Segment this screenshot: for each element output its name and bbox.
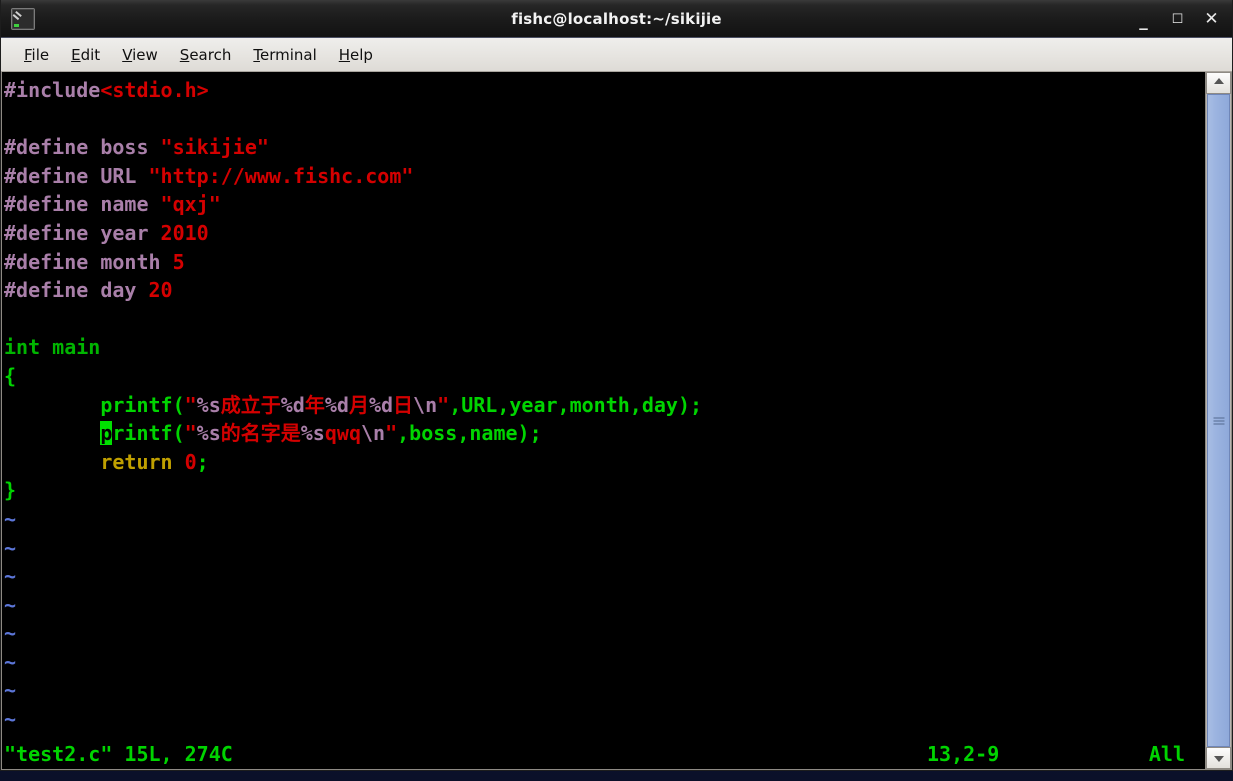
code-line: #define month 5 <box>4 249 185 274</box>
maximize-button[interactable]: ☐ <box>1169 11 1186 28</box>
menu-item-terminal[interactable]: Terminal <box>242 43 327 67</box>
empty-line-marker: ~ <box>4 535 17 560</box>
empty-line-marker: ~ <box>4 621 17 646</box>
code-line: int main <box>4 335 101 360</box>
text-cursor: p <box>100 421 113 446</box>
empty-line-marker: ~ <box>4 592 17 617</box>
menu-item-file[interactable]: File <box>13 43 60 67</box>
empty-line-marker: ~ <box>4 564 17 589</box>
code-line: #define boss "sikijie" <box>4 135 269 160</box>
scrollbar-grip-icon <box>1213 417 1224 424</box>
code-line: #define day 20 <box>4 278 173 303</box>
window-titlebar[interactable]: fishc@localhost:~/sikijie _ ☐ ✕ <box>1 0 1232 38</box>
empty-line-marker: ~ <box>4 649 17 674</box>
window-controls: _ ☐ ✕ <box>1135 0 1220 38</box>
menu-item-help[interactable]: Help <box>328 43 384 67</box>
statusline-position: 13,2-9 <box>927 742 1000 766</box>
terminal-icon <box>11 7 35 30</box>
vim-empty-lines: ~ ~ ~ ~ ~ ~ ~ ~ <box>4 505 1205 734</box>
scrollbar-thumb[interactable] <box>1207 94 1230 747</box>
terminal-scrollbar[interactable] <box>1205 72 1231 769</box>
empty-line-marker: ~ <box>4 506 17 531</box>
code-line: { <box>4 363 17 388</box>
code-line: #define URL "http://www.fishc.com" <box>4 163 414 188</box>
menu-item-search[interactable]: Search <box>169 43 243 67</box>
empty-line-marker: ~ <box>4 707 17 732</box>
terminal-window: fishc@localhost:~/sikijie _ ☐ ✕ File Edit… <box>0 0 1233 771</box>
code-line: #define name "qxj" <box>4 192 221 217</box>
code-line: printf("%s的名字是%sqwq\n",boss,name); <box>100 421 542 446</box>
desktop-background: fishc@localhost:~/sikijie _ ☐ ✕ File Edit… <box>0 0 1233 781</box>
close-icon: ✕ <box>1204 8 1219 29</box>
scroll-up-icon[interactable] <box>1206 72 1231 94</box>
code-line: printf("%s成立于%d年%d月%d日\n",URL,year,month… <box>4 392 703 417</box>
vim-statusline: "test2.c" 15L, 274C 13,2-9 All <box>2 739 1205 769</box>
empty-line-marker: ~ <box>4 678 17 703</box>
terminal-screen[interactable]: #include<stdio.h> #define boss "sikijie"… <box>2 72 1205 769</box>
menubar: File Edit View Search Terminal Help <box>1 38 1232 72</box>
scroll-down-icon[interactable] <box>1206 747 1231 769</box>
menu-item-edit[interactable]: Edit <box>60 43 111 67</box>
minimize-button[interactable]: _ <box>1135 10 1152 31</box>
menu-item-view[interactable]: View <box>111 43 169 67</box>
code-line: #include<stdio.h> <box>4 78 209 102</box>
maximize-icon: ☐ <box>1171 11 1184 27</box>
statusline-filename: "test2.c" 15L, 274C <box>4 742 233 766</box>
vim-buffer: #include<stdio.h> #define boss "sikijie"… <box>4 76 1205 505</box>
minimize-icon: _ <box>1139 10 1148 31</box>
code-line: return 0; <box>100 449 209 474</box>
statusline-scope: All <box>1148 742 1185 766</box>
window-title: fishc@localhost:~/sikijie <box>511 9 722 28</box>
code-line: } <box>4 478 17 503</box>
terminal-area: #include<stdio.h> #define boss "sikijie"… <box>1 72 1232 770</box>
close-button[interactable]: ✕ <box>1203 8 1220 29</box>
code-line: #define year 2010 <box>4 220 209 245</box>
scrollbar-track[interactable] <box>1206 94 1231 747</box>
